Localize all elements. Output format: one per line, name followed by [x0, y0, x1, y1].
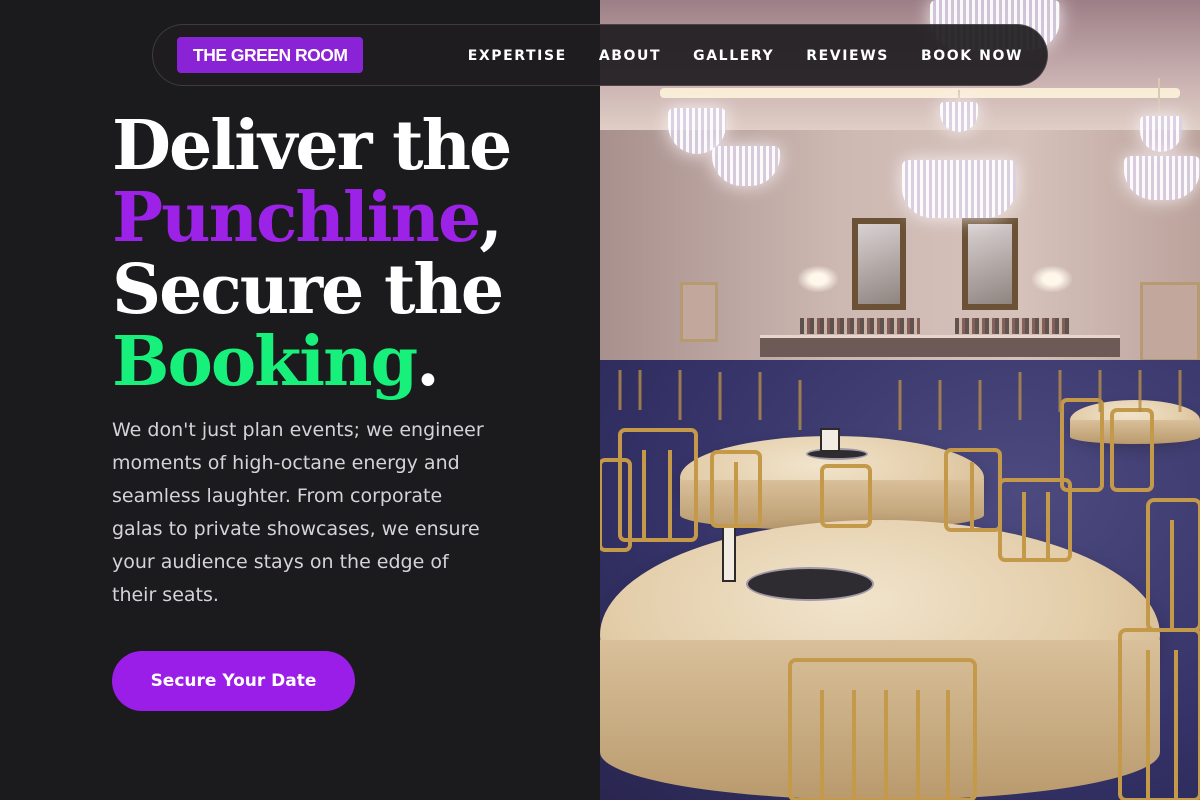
headline-highlight-punchline: Punchline [112, 178, 481, 258]
headline-line-2: Punchline, [112, 182, 532, 254]
nav-link-reviews[interactable]: REVIEWS [806, 48, 889, 64]
ballroom-photo [600, 0, 1200, 800]
secure-your-date-button[interactable]: Secure Your Date [112, 651, 355, 711]
nav-links: EXPERTISE ABOUT GALLERY REVIEWS BOOK NOW [468, 25, 1023, 87]
chair [1110, 408, 1154, 492]
chair [710, 450, 762, 528]
headline-line-4: Booking. [112, 326, 532, 398]
headline-highlight-booking: Booking [112, 322, 418, 402]
brand-logo[interactable]: THE GREEN ROOM [177, 37, 364, 73]
chair [1146, 498, 1200, 632]
chair [944, 448, 1002, 532]
headline-comma: , [479, 178, 503, 258]
nav-link-gallery[interactable]: GALLERY [693, 48, 774, 64]
chair [998, 478, 1072, 562]
headline-period: . [416, 322, 440, 402]
nav-link-book-now[interactable]: BOOK NOW [921, 48, 1023, 64]
hero-headline: Deliver the Punchline, Secure the Bookin… [112, 110, 532, 398]
chair [820, 464, 872, 528]
hero-section: Deliver the Punchline, Secure the Bookin… [112, 110, 532, 612]
gold-chairs [600, 370, 1200, 800]
headline-line-3: Secure the [112, 250, 504, 330]
nav-link-expertise[interactable]: EXPERTISE [468, 48, 567, 64]
hero-description: We don't just plan events; we engineer m… [112, 419, 484, 606]
chair [788, 658, 977, 800]
top-nav: THE GREEN ROOM EXPERTISE ABOUT GALLERY R… [152, 24, 1048, 86]
chair [1060, 398, 1104, 492]
nav-link-about[interactable]: ABOUT [599, 48, 661, 64]
headline-line-1: Deliver the [112, 106, 512, 186]
chair [1118, 628, 1200, 800]
chair [600, 458, 632, 552]
